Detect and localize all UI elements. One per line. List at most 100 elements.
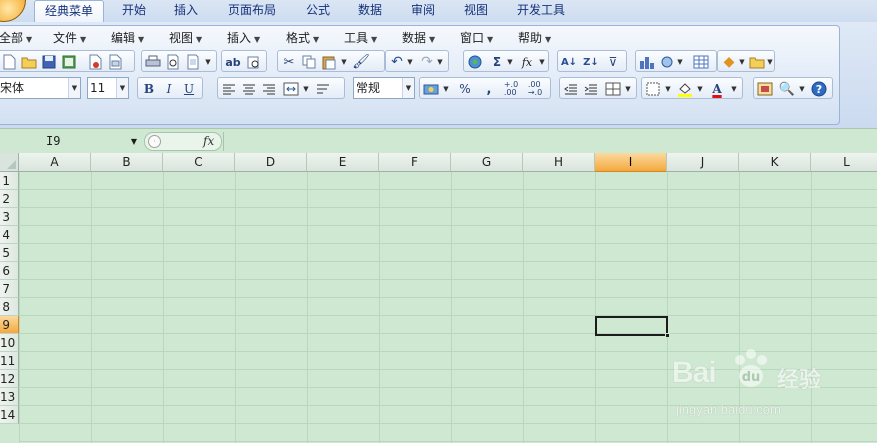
- row-header-9[interactable]: 9: [0, 316, 19, 334]
- chevron-down-icon[interactable]: ▼: [766, 53, 774, 71]
- undo-icon[interactable]: ↶: [388, 53, 406, 71]
- column-header-F[interactable]: F: [379, 153, 451, 172]
- wrap-text-icon[interactable]: [314, 80, 332, 98]
- tab-page-layout[interactable]: 页面布局: [222, 0, 282, 22]
- office-button[interactable]: [0, 0, 26, 22]
- decrease-indent-icon[interactable]: [562, 80, 580, 98]
- column-header-A[interactable]: A: [19, 153, 91, 172]
- tab-home[interactable]: 开始: [114, 0, 154, 22]
- chevron-down-icon[interactable]: ▼: [116, 78, 128, 98]
- column-header-B[interactable]: B: [91, 153, 163, 172]
- fill-handle[interactable]: [665, 333, 670, 338]
- chevron-down-icon[interactable]: ▼: [798, 80, 806, 98]
- chart-icon[interactable]: [638, 53, 656, 71]
- chevron-down-icon[interactable]: ▼: [406, 53, 414, 71]
- tab-classic-menu[interactable]: 经典菜单: [34, 0, 104, 22]
- underline-button[interactable]: U: [180, 80, 198, 98]
- chevron-down-icon[interactable]: ▼: [340, 53, 348, 71]
- email-attachment-icon[interactable]: [106, 53, 124, 71]
- hyperlink-icon[interactable]: [466, 53, 484, 71]
- sort-descending-icon[interactable]: Z↓: [582, 53, 600, 71]
- row-header-13[interactable]: 13: [0, 388, 19, 406]
- menu-data[interactable]: 数据 ▼: [402, 28, 435, 48]
- chevron-down-icon[interactable]: ▼: [624, 80, 632, 98]
- menu-insert[interactable]: 插入 ▼: [227, 28, 260, 48]
- chevron-down-icon[interactable]: ▼: [696, 80, 704, 98]
- styles-icon[interactable]: [756, 80, 774, 98]
- comma-button[interactable]: ,: [480, 80, 498, 98]
- column-header-D[interactable]: D: [235, 153, 307, 172]
- highlight-icon[interactable]: ◆: [720, 53, 738, 71]
- format-painter-icon[interactable]: 🖌: [352, 53, 370, 71]
- spelling-icon[interactable]: ab: [224, 53, 242, 71]
- row-header-4[interactable]: 4: [0, 226, 19, 244]
- shapes-icon[interactable]: [658, 53, 676, 71]
- open-folder-icon[interactable]: [20, 53, 38, 71]
- insert-function-button[interactable]: fx: [518, 53, 536, 71]
- autosum-button[interactable]: Σ: [488, 53, 506, 71]
- increase-decimal-icon[interactable]: +.0.00: [502, 80, 520, 98]
- row-header-10[interactable]: 10: [0, 334, 19, 352]
- menu-format[interactable]: 格式 ▼: [286, 28, 319, 48]
- sort-ascending-icon[interactable]: A↓: [560, 53, 578, 71]
- row-header-11[interactable]: 11: [0, 352, 19, 370]
- chevron-down-icon[interactable]: ▼: [738, 53, 746, 71]
- copy-icon[interactable]: [300, 53, 318, 71]
- font-color-icon[interactable]: A: [708, 80, 726, 98]
- cancel-circle-icon[interactable]: ·: [148, 135, 161, 148]
- row-header-3[interactable]: 3: [0, 208, 19, 226]
- chevron-down-icon[interactable]: ▼: [730, 80, 738, 98]
- row-header-12[interactable]: 12: [0, 370, 19, 388]
- row-header-5[interactable]: 5: [0, 244, 19, 262]
- column-header-I[interactable]: I: [595, 153, 667, 172]
- menu-file[interactable]: 文件 ▼: [53, 28, 86, 48]
- column-header-L[interactable]: L: [811, 153, 877, 172]
- tab-developer[interactable]: 开发工具: [510, 0, 572, 22]
- increase-indent-icon[interactable]: [582, 80, 600, 98]
- align-center-icon[interactable]: [240, 80, 258, 98]
- insert-function-fx-button[interactable]: fx: [203, 133, 214, 150]
- new-document-icon[interactable]: [0, 53, 18, 71]
- folder-icon[interactable]: [748, 53, 766, 71]
- tab-formulas[interactable]: 公式: [298, 0, 338, 22]
- chevron-down-icon[interactable]: ▼: [538, 53, 546, 71]
- italic-button[interactable]: I: [160, 80, 178, 98]
- menu-tools[interactable]: 工具 ▼: [344, 28, 377, 48]
- permission-icon[interactable]: [60, 53, 78, 71]
- chevron-down-icon[interactable]: ▼: [676, 53, 684, 71]
- percent-button[interactable]: %: [456, 80, 474, 98]
- row-header-8[interactable]: 8: [0, 298, 19, 316]
- chevron-down-icon[interactable]: ▼: [506, 53, 514, 71]
- print-preview-icon[interactable]: [164, 53, 182, 71]
- page-setup-icon[interactable]: [184, 53, 202, 71]
- name-box[interactable]: I9: [0, 132, 140, 151]
- menu-view[interactable]: 视图 ▼: [169, 28, 202, 48]
- bold-button[interactable]: B: [140, 80, 158, 98]
- column-header-G[interactable]: G: [451, 153, 523, 172]
- chevron-down-icon[interactable]: ▼: [664, 80, 672, 98]
- paste-icon[interactable]: [320, 53, 338, 71]
- select-all-corner[interactable]: [0, 153, 19, 172]
- merge-center-icon[interactable]: [282, 80, 300, 98]
- chevron-down-icon[interactable]: ▼: [128, 132, 140, 151]
- column-header-H[interactable]: H: [523, 153, 595, 172]
- chevron-down-icon[interactable]: ▼: [402, 78, 414, 98]
- tab-view[interactable]: 视图: [456, 0, 496, 22]
- row-header-1[interactable]: 1: [0, 172, 19, 190]
- row-header-14[interactable]: 14: [0, 406, 19, 424]
- row-header-6[interactable]: 6: [0, 262, 19, 280]
- cell-format-icon[interactable]: [604, 80, 622, 98]
- number-format-select[interactable]: 常规 ▼: [353, 77, 415, 99]
- column-header-J[interactable]: J: [667, 153, 739, 172]
- pdf-icon[interactable]: [86, 53, 104, 71]
- column-header-E[interactable]: E: [307, 153, 379, 172]
- filter-icon[interactable]: ⊽: [604, 53, 622, 71]
- cut-icon[interactable]: ✂: [280, 53, 298, 71]
- help-icon[interactable]: ?: [810, 80, 828, 98]
- zoom-icon[interactable]: 🔍: [778, 80, 796, 98]
- align-right-icon[interactable]: [260, 80, 278, 98]
- row-header-2[interactable]: 2: [0, 190, 19, 208]
- chevron-down-icon[interactable]: ▼: [302, 80, 310, 98]
- tab-review[interactable]: 审阅: [403, 0, 443, 22]
- chevron-down-icon[interactable]: ▼: [442, 80, 450, 98]
